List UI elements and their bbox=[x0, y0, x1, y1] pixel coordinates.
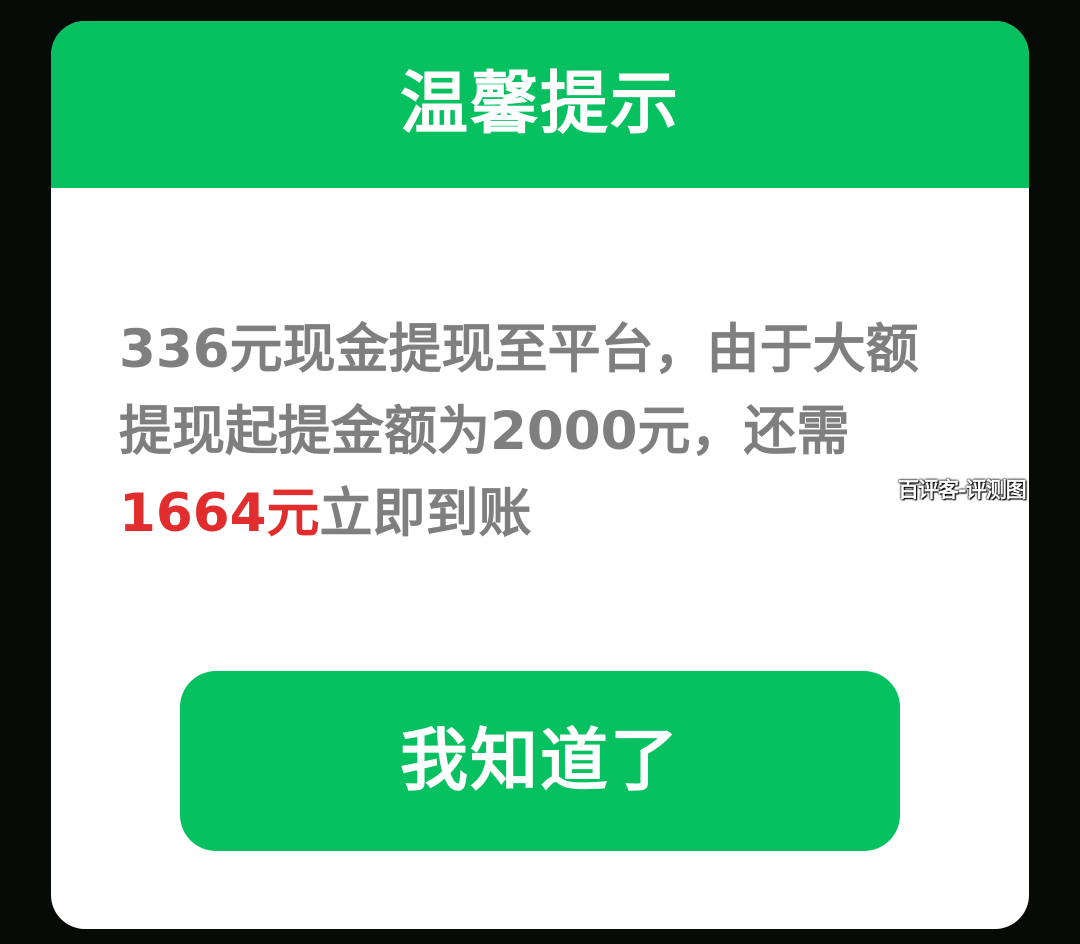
got-it-button[interactable]: 我知道了 bbox=[180, 671, 900, 851]
message-line-2: 提现起提金额为2000元，还需 bbox=[119, 401, 850, 462]
message-line-3: 1664元立即到账 bbox=[119, 473, 989, 555]
notice-dialog: 温馨提示 336元现金提现至平台，由于大额 提现起提金额为2000元，还需 16… bbox=[51, 21, 1029, 929]
remaining-amount: 1664元 bbox=[119, 483, 320, 544]
message-line-3-rest: 立即到账 bbox=[319, 483, 532, 544]
dialog-message: 336元现金提现至平台，由于大额 提现起提金额为2000元，还需 1664元立即… bbox=[119, 309, 989, 555]
watermark-text: 百评客-评测图 bbox=[898, 478, 1027, 502]
dialog-header: 温馨提示 bbox=[51, 21, 1029, 188]
dialog-title: 温馨提示 bbox=[399, 64, 680, 144]
message-line-1: 336元现金提现至平台，由于大额 bbox=[119, 319, 919, 380]
got-it-button-label: 我知道了 bbox=[399, 723, 680, 799]
